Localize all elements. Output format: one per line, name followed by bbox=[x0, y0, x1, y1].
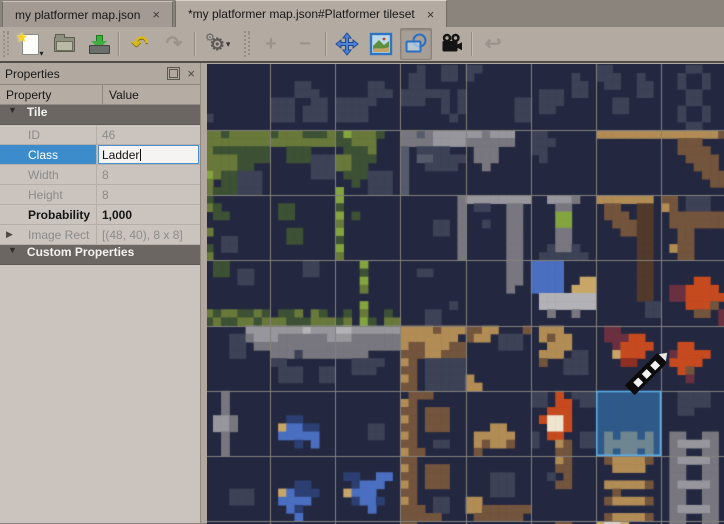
properties-rows: ▼ Tile ID 46 Class Ladder Width 8 Height 8 Probabi… bbox=[0, 105, 200, 265]
tile-animation-editor-button[interactable] bbox=[436, 29, 466, 59]
property-value-cell[interactable]: Ladder bbox=[97, 145, 200, 164]
property-row-image-rect[interactable]: ▶ Image Rect [(48, 40), 8 x 8] bbox=[0, 225, 200, 245]
return-arrow-icon: ↩ bbox=[485, 34, 502, 54]
property-group-custom-properties[interactable]: ▼ Custom Properties bbox=[0, 245, 200, 265]
property-value: 1,000 bbox=[102, 208, 132, 222]
tile-collision-editor-button[interactable] bbox=[400, 28, 432, 60]
main-content: Properties × Property Value ▼ Tile ID 46 Cla… bbox=[0, 61, 724, 523]
open-file-button[interactable] bbox=[49, 29, 79, 59]
collapse-arrow-icon[interactable]: ▼ bbox=[8, 245, 17, 264]
property-name-cell[interactable]: ▶ Image Rect bbox=[0, 225, 97, 244]
tab-map-file[interactable]: my platformer map.json × bbox=[2, 1, 173, 27]
property-name-cell[interactable]: Probability bbox=[0, 205, 97, 224]
tab-tileset-file[interactable]: *my platformer map.json#Platformer tiles… bbox=[175, 0, 447, 27]
panel-title: Properties bbox=[5, 67, 60, 81]
property-row-class[interactable]: Class Ladder bbox=[0, 145, 200, 165]
chevron-down-icon: ▾ bbox=[226, 39, 231, 50]
property-name: Image Rect bbox=[28, 228, 89, 242]
property-value: 46 bbox=[102, 128, 115, 142]
expand-arrow-icon[interactable]: ▶ bbox=[6, 229, 13, 240]
main-toolbar: ★ ▾ ↶ ↷ ⚙ ⚙ ▾ + − bbox=[0, 27, 724, 61]
class-value-input[interactable]: Ladder bbox=[98, 145, 199, 164]
property-value-cell[interactable]: 46 bbox=[97, 125, 200, 144]
properties-panel: Properties × Property Value ▼ Tile ID 46 Cla… bbox=[0, 63, 201, 523]
tab-label: my platformer map.json bbox=[15, 8, 140, 22]
commands-button[interactable]: ⚙ ⚙ ▾ bbox=[201, 29, 239, 59]
new-file-icon: ★ ▾ bbox=[22, 34, 39, 55]
toolbar-grip[interactable] bbox=[3, 31, 10, 57]
move-arrows-icon bbox=[335, 32, 359, 56]
collapse-arrow-icon[interactable]: ▼ bbox=[8, 105, 17, 124]
new-file-button[interactable]: ★ ▾ bbox=[15, 29, 45, 59]
toolbar-grip[interactable] bbox=[244, 31, 251, 57]
column-header-value[interactable]: Value bbox=[103, 85, 200, 104]
redo-button[interactable]: ↷ bbox=[159, 29, 189, 59]
done-button[interactable]: ↩ bbox=[478, 29, 508, 59]
property-group-tile[interactable]: ▼ Tile bbox=[0, 105, 200, 125]
terrain-sets-button[interactable] bbox=[366, 29, 396, 59]
property-row-height[interactable]: Height 8 bbox=[0, 185, 200, 205]
close-panel-icon[interactable]: × bbox=[187, 67, 195, 80]
property-value: [(48, 40), 8 x 8] bbox=[102, 228, 183, 242]
property-name: Height bbox=[28, 188, 63, 202]
property-name: Probability bbox=[28, 208, 90, 222]
open-folder-icon bbox=[54, 37, 75, 52]
toolbar-separator bbox=[118, 32, 120, 56]
property-name-cell[interactable]: Width bbox=[0, 165, 97, 184]
document-tabbar: my platformer map.json × *my platformer … bbox=[0, 0, 724, 27]
zoom-out-button[interactable]: − bbox=[290, 29, 320, 59]
property-name-cell[interactable]: Height bbox=[0, 185, 97, 204]
undo-icon: ↶ bbox=[132, 34, 149, 54]
group-label: Custom Properties bbox=[27, 245, 134, 264]
tileset-view[interactable] bbox=[207, 64, 724, 523]
redo-icon: ↷ bbox=[166, 34, 183, 54]
close-icon[interactable]: × bbox=[425, 8, 437, 21]
minus-icon: − bbox=[299, 34, 311, 54]
tab-label: *my platformer map.json#Platformer tiles… bbox=[188, 7, 415, 21]
save-button[interactable] bbox=[83, 29, 113, 59]
property-name: Width bbox=[28, 168, 59, 182]
property-value-cell[interactable]: 8 bbox=[97, 185, 200, 204]
plus-icon: + bbox=[265, 34, 277, 54]
toolbar-separator bbox=[325, 32, 327, 56]
toolbar-separator bbox=[471, 32, 473, 56]
property-value: 8 bbox=[102, 168, 109, 182]
property-value: 8 bbox=[102, 188, 109, 202]
property-value-cell[interactable]: 1,000 bbox=[97, 205, 200, 224]
property-name-cell[interactable]: Class bbox=[0, 145, 97, 164]
input-text: Ladder bbox=[102, 148, 139, 162]
property-row-width[interactable]: Width 8 bbox=[0, 165, 200, 185]
tiled-window: my platformer map.json × *my platformer … bbox=[0, 0, 724, 523]
column-header-property[interactable]: Property bbox=[0, 85, 103, 104]
property-name: ID bbox=[28, 128, 40, 142]
close-icon[interactable]: × bbox=[150, 8, 162, 21]
tileset-canvas[interactable] bbox=[207, 64, 724, 524]
toolbar-separator bbox=[194, 32, 196, 56]
movie-camera-icon bbox=[439, 32, 463, 56]
property-row-id[interactable]: ID 46 bbox=[0, 125, 200, 145]
properties-table-header: Property Value bbox=[0, 84, 200, 105]
property-value-cell[interactable]: 8 bbox=[97, 165, 200, 184]
terrain-image-icon bbox=[369, 32, 393, 56]
undo-button[interactable]: ↶ bbox=[125, 29, 155, 59]
text-caret bbox=[140, 149, 141, 161]
property-name-cell[interactable]: ID bbox=[0, 125, 97, 144]
gear-icon: ⚙ bbox=[205, 31, 215, 44]
property-row-probability[interactable]: Probability 1,000 bbox=[0, 205, 200, 225]
property-name: Class bbox=[28, 148, 58, 162]
properties-panel-titlebar: Properties × bbox=[0, 63, 200, 84]
zoom-in-button[interactable]: + bbox=[256, 29, 286, 59]
move-tiles-button[interactable] bbox=[332, 29, 362, 59]
property-value-cell[interactable]: [(48, 40), 8 x 8] bbox=[97, 225, 200, 244]
collision-shapes-icon bbox=[404, 32, 428, 56]
float-panel-icon[interactable] bbox=[167, 67, 180, 80]
save-icon bbox=[89, 35, 108, 54]
group-label: Tile bbox=[27, 105, 47, 124]
